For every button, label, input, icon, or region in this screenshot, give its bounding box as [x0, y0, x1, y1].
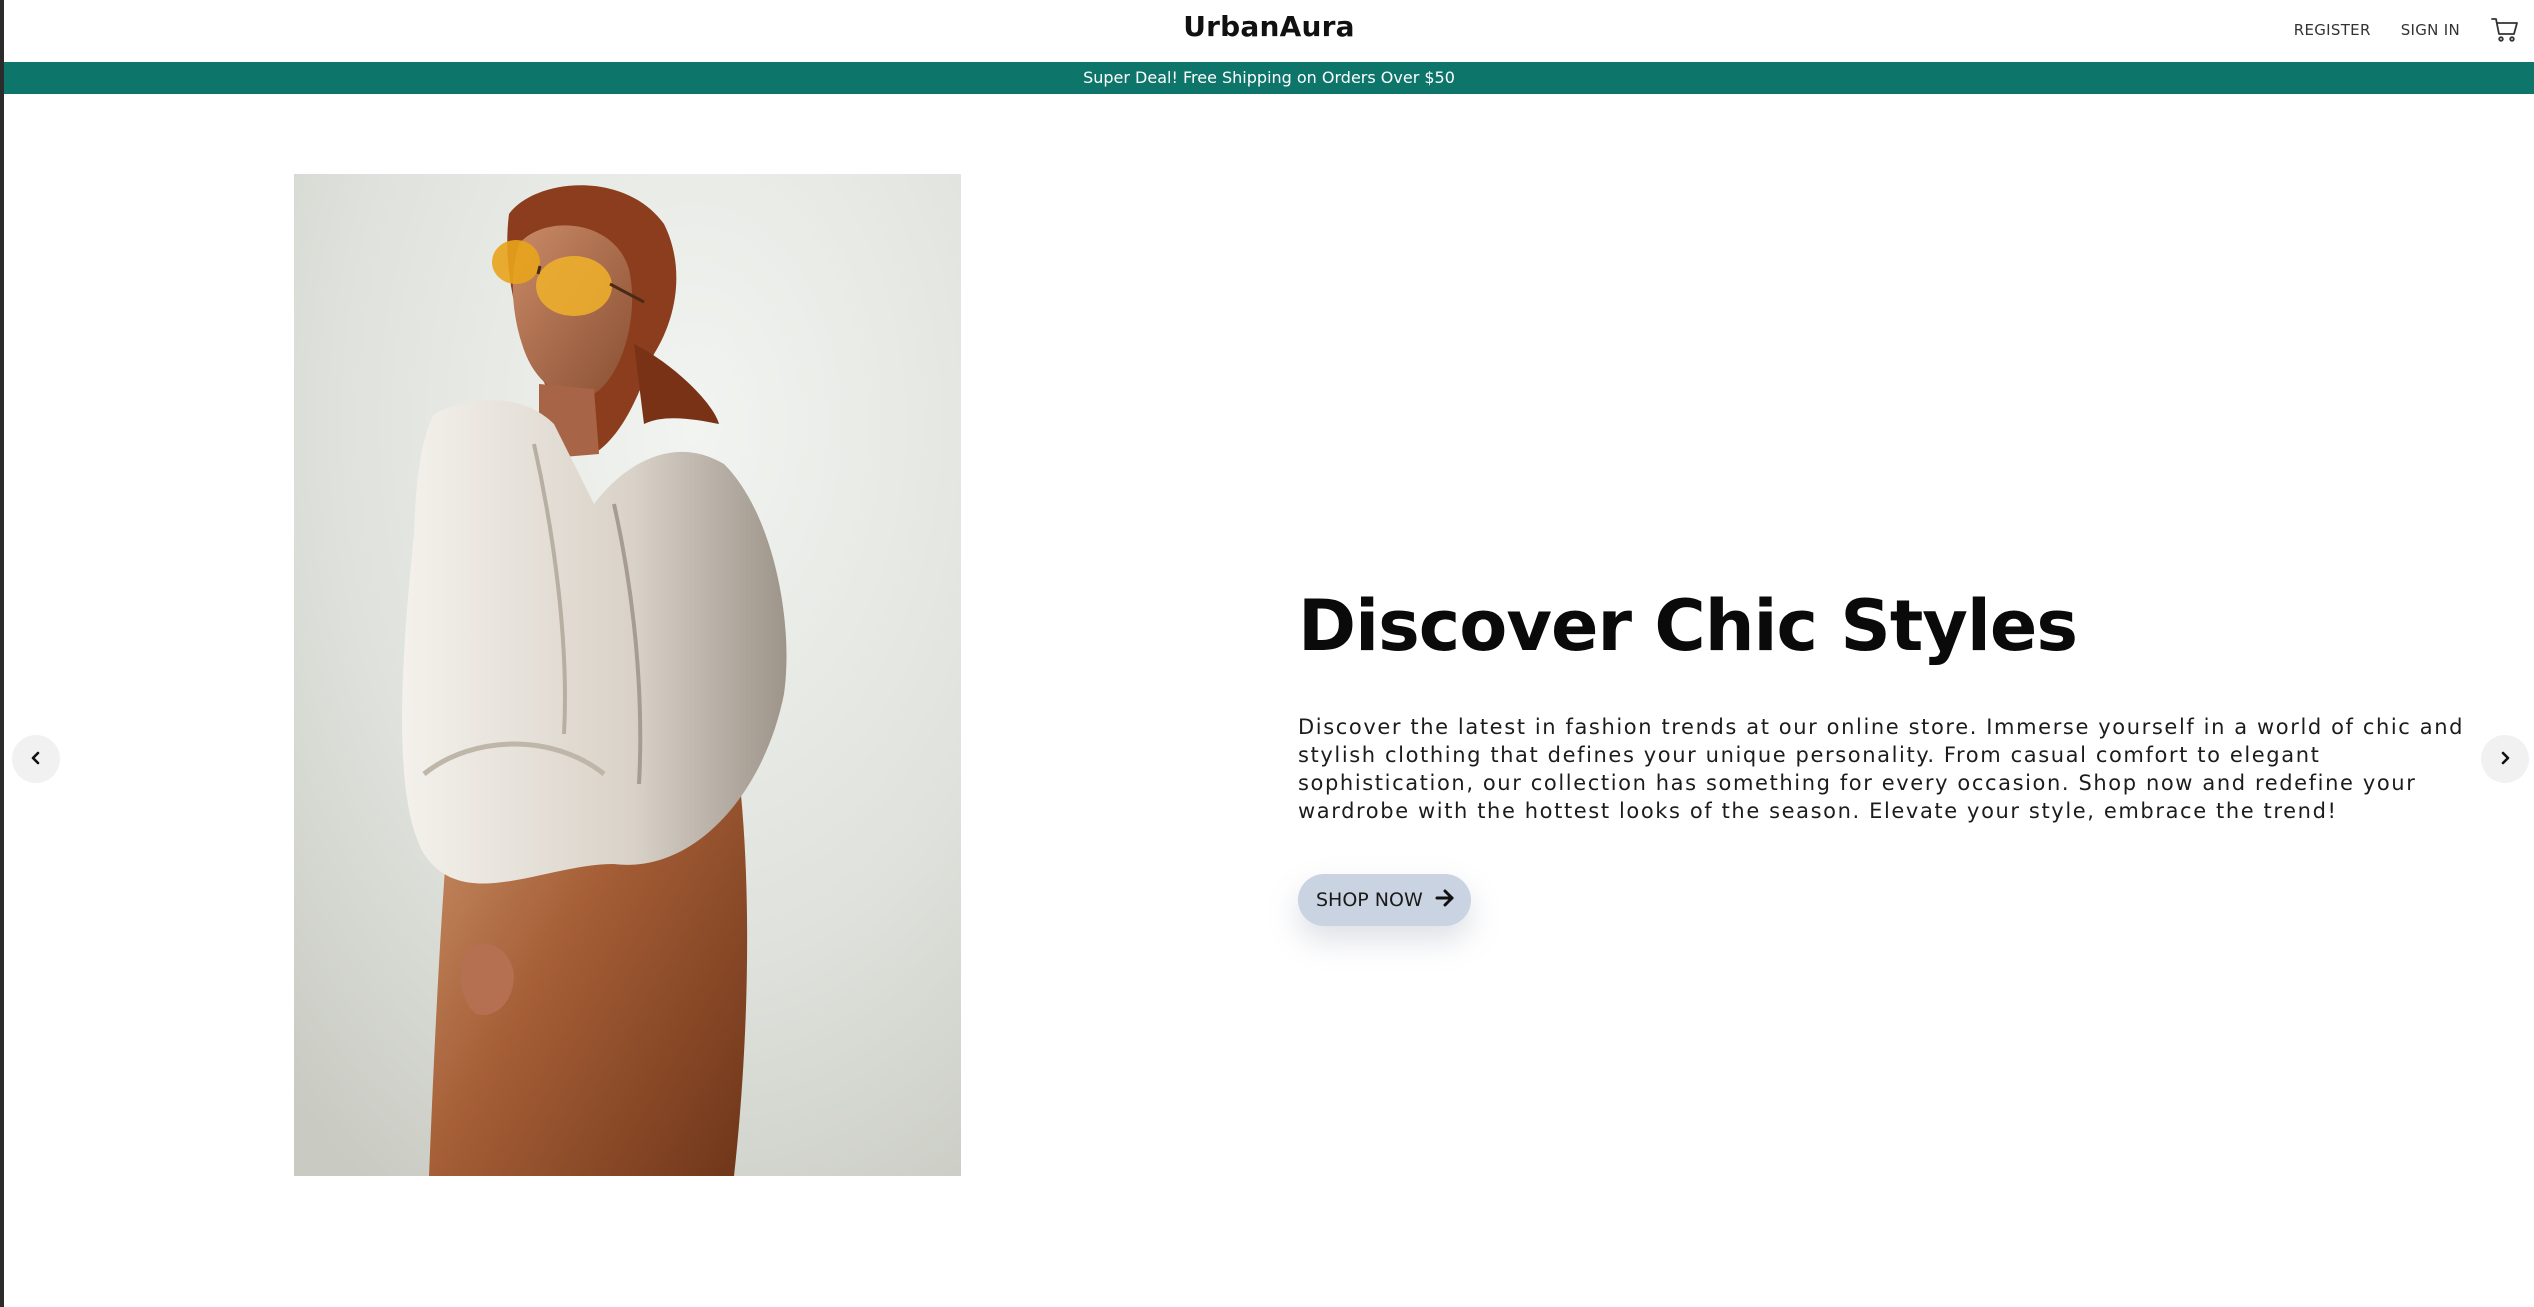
page: UrbanAura REGISTER SIGN IN Super Deal! F… — [0, 0, 2534, 1307]
site-header: UrbanAura REGISTER SIGN IN — [4, 0, 2534, 62]
account-nav: REGISTER SIGN IN — [2294, 16, 2520, 44]
sign-in-link[interactable]: SIGN IN — [2401, 21, 2460, 39]
window-edge — [0, 0, 4, 1307]
shop-now-label: SHOP NOW — [1316, 889, 1423, 911]
carousel-prev-button[interactable] — [12, 735, 60, 783]
hero-description: Discover the latest in fashion trends at… — [1298, 715, 2465, 823]
brand-logo[interactable]: UrbanAura — [4, 10, 2534, 43]
hero-title: Discover Chic Styles — [1298, 585, 2078, 667]
promo-banner: Super Deal! Free Shipping on Orders Over… — [4, 62, 2534, 94]
register-link[interactable]: REGISTER — [2294, 21, 2371, 39]
arrow-right-icon — [1435, 889, 1455, 912]
shop-now-button[interactable]: SHOP NOW — [1298, 874, 1471, 926]
carousel-next-button[interactable] — [2481, 735, 2529, 783]
cart-icon[interactable] — [2490, 16, 2520, 44]
hero-image — [294, 174, 961, 1176]
chevron-left-icon — [30, 750, 42, 769]
chevron-right-icon — [2499, 750, 2511, 769]
